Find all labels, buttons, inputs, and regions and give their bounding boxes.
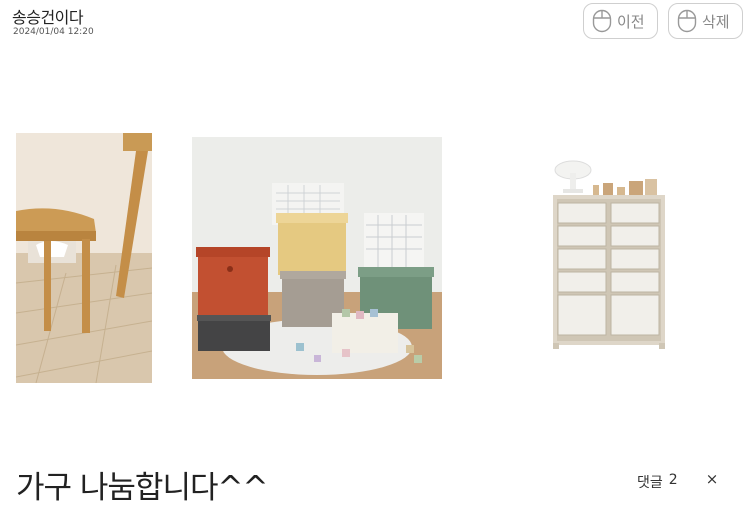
toy-organizer-shelf-photo[interactable] — [545, 155, 675, 355]
mouse-icon — [592, 9, 612, 33]
wooden-stool-photo[interactable] — [16, 133, 152, 383]
close-icon[interactable]: × — [703, 470, 721, 490]
post-author: 송승건이다 — [12, 8, 84, 27]
mouse-icon — [677, 9, 697, 33]
post-title: 가구 나눔합니다^^ — [16, 470, 268, 506]
prev-button[interactable]: 이전 — [583, 3, 658, 39]
prev-button-label: 이전 — [617, 12, 645, 31]
post-datetime: 2024/01/04 12:20 — [13, 27, 94, 37]
storage-boxes-photo[interactable] — [192, 137, 442, 379]
comments-count: 2 — [668, 472, 678, 488]
comments-label: 댓글 — [637, 475, 663, 491]
delete-button[interactable]: 삭제 — [668, 3, 743, 39]
delete-button-label: 삭제 — [702, 12, 730, 31]
comments-link[interactable]: 댓글 2 — [637, 472, 678, 492]
